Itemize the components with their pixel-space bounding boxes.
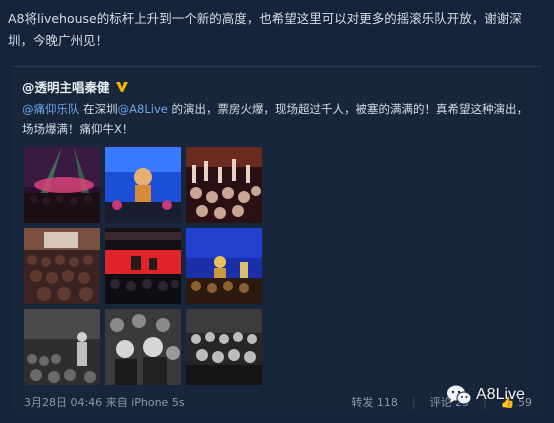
concert-photo-3[interactable] [186,147,262,223]
watermark: A8Live [446,384,525,406]
mention-venue-link[interactable]: @A8Live [118,102,168,116]
post-date[interactable]: 3月28日 04:46 [24,396,102,409]
repost-text-part1: 在深圳 [79,102,118,116]
post-source: 来自 iPhone 5s [105,396,185,409]
author-name[interactable]: @透明主唱秦健 [22,77,110,96]
repost-author[interactable]: @透明主唱秦健 [22,77,129,96]
concert-photo-7[interactable] [24,309,100,385]
post-meta: 3月28日 04:46 来自 iPhone 5s [24,394,185,410]
divider: | [411,395,416,409]
repost-card: @透明主唱秦健 @痛仰乐队 在深圳@A8Live 的演出，票房火爆，现场超过千人… [12,66,542,413]
photo-grid [24,147,262,385]
repost-text: @痛仰乐队 在深圳@A8Live 的演出，票房火爆，现场超过千人，被塞的满满的！… [22,99,534,139]
concert-photo-2[interactable] [105,147,181,223]
concert-photo-1[interactable] [24,147,100,223]
concert-photo-6[interactable] [186,228,262,304]
mention-band-link[interactable]: @痛仰乐队 [22,102,80,116]
repost-count: 118 [376,396,398,409]
repost-action[interactable]: 转发 118 [351,394,398,410]
wechat-icon [447,385,472,405]
post-text: A8将livehouse的标杆上升到一个新的高度，也希望这里可以对更多的摇滚乐队… [8,11,522,48]
concert-photo-8[interactable] [105,309,181,385]
repost-label: 转发 [351,396,374,409]
concert-photo-9[interactable] [186,309,262,385]
watermark-label: A8Live [476,386,525,403]
concert-photo-5[interactable] [105,228,181,304]
concert-photo-4[interactable] [24,228,100,304]
verified-v-icon [115,81,128,92]
